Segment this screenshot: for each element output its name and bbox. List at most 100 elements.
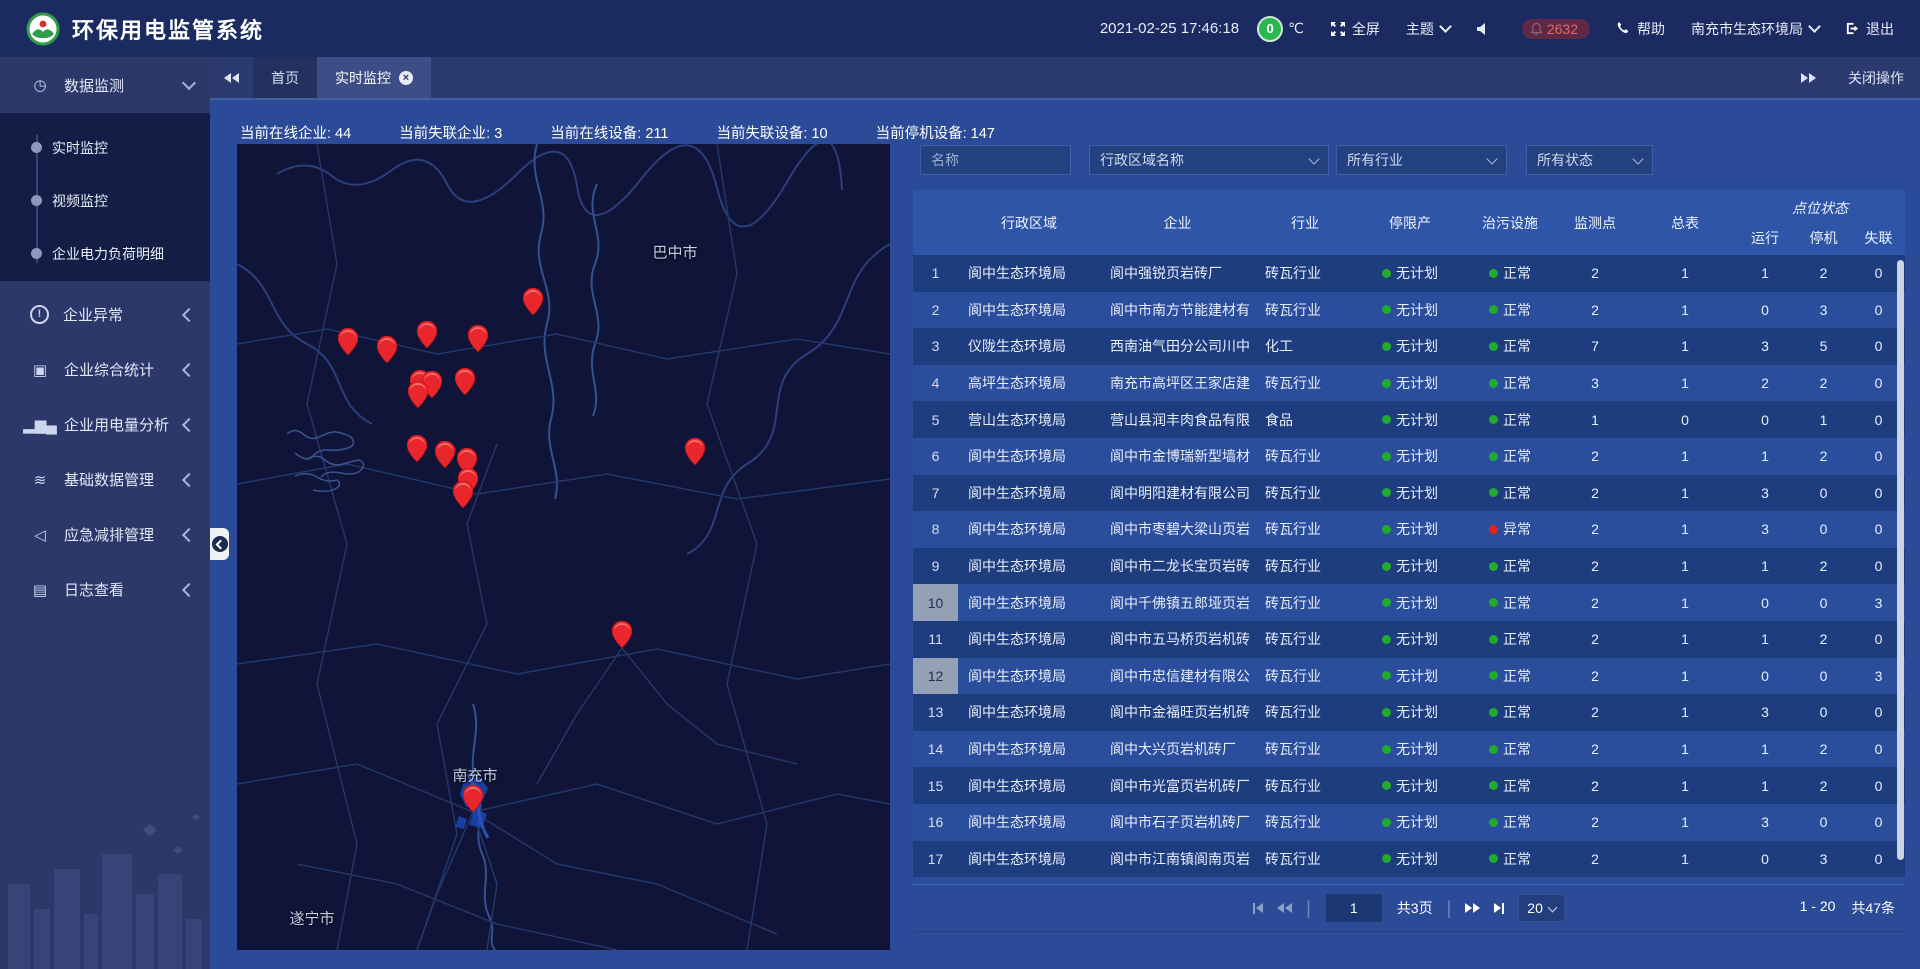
table-row[interactable]: 16 阆中生态环境局 阆中市石子页岩机砖厂 砖瓦行业 无计划 正常 2 1 3 …: [913, 804, 1905, 841]
table-row[interactable]: 10 阆中生态环境局 阆中千佛镇五郎垭页岩 砖瓦行业 无计划 正常 2 1 0 …: [913, 584, 1905, 621]
table-row[interactable]: 4 高坪生态环境局 南充市高坪区王家店建 砖瓦行业 无计划 正常 3 1 2 2…: [913, 365, 1905, 402]
cell-region: 阆中生态环境局: [958, 694, 1100, 731]
map-pin-icon[interactable]: [612, 621, 632, 648]
notification-badge[interactable]: 2632: [1522, 19, 1590, 39]
cell-industry: 砖瓦行业: [1255, 255, 1355, 292]
cell-production-status: 无计划: [1355, 621, 1465, 658]
status-dot-icon: [1489, 818, 1498, 827]
help-button[interactable]: 帮助: [1616, 19, 1665, 39]
map-pin-icon[interactable]: [407, 435, 427, 462]
map-basemap: [237, 144, 890, 950]
pagination-bar: | 共3页 | 20 1 - 20 共47条: [913, 884, 1905, 932]
chevron-left-icon: [182, 472, 196, 486]
map-pin-icon[interactable]: [338, 328, 358, 355]
sidebar-submenu-item[interactable]: 实时监控: [0, 121, 210, 174]
sidebar-collapse-handle[interactable]: [210, 528, 229, 560]
cell-points: 2: [1555, 658, 1635, 695]
sidebar-item[interactable]: ◁ 应急减排管理: [0, 507, 210, 562]
cell-facility-status: 正常: [1465, 365, 1555, 402]
sidebar-item[interactable]: ▣ 企业综合统计: [0, 342, 210, 397]
cell-points: 3: [1555, 365, 1635, 402]
status-dot-icon: [1382, 781, 1391, 790]
first-page-button[interactable]: [1253, 903, 1263, 914]
cell-production-status: 无计划: [1355, 694, 1465, 731]
map-pin-icon[interactable]: [408, 381, 428, 408]
cell-points: 2: [1555, 548, 1635, 585]
sidebar-item[interactable]: ≋ 基础数据管理: [0, 452, 210, 507]
cell-stop: 5: [1795, 328, 1852, 365]
cell-run: 0: [1735, 877, 1795, 884]
table-row[interactable]: 2 阆中生态环境局 阆中市南方节能建材有 砖瓦行业 无计划 正常 2 1 0 3…: [913, 292, 1905, 329]
table-row[interactable]: 9 阆中生态环境局 阆中市二龙长宝页岩砖 砖瓦行业 无计划 正常 2 1 1 2…: [913, 548, 1905, 585]
sidebar-submenu-item[interactable]: 视频监控: [0, 174, 210, 227]
status-select[interactable]: 所有状态: [1526, 145, 1653, 175]
sidebar-item[interactable]: ! 企业异常: [0, 287, 210, 342]
cell-meter: 1: [1635, 255, 1735, 292]
table-row[interactable]: 3 仪陇生态环境局 西南油气田分公司川中 化工 无计划 正常 7 1 3 5 0: [913, 328, 1905, 365]
table-row[interactable]: 13 阆中生态环境局 阆中市金福旺页岩机砖 砖瓦行业 无计划 正常 2 1 3 …: [913, 694, 1905, 731]
sidebar-item[interactable]: ▤ 日志查看: [0, 562, 210, 617]
map-pin-icon[interactable]: [417, 321, 437, 348]
cell-facility-status: 正常: [1465, 328, 1555, 365]
theme-dropdown[interactable]: 主题: [1406, 19, 1450, 39]
name-search-input[interactable]: [920, 145, 1071, 175]
tab-close-icon[interactable]: [399, 71, 413, 85]
table-scrollbar[interactable]: [1897, 260, 1904, 860]
tab-realtime-monitoring[interactable]: 实时监控: [317, 57, 431, 98]
cell-points: 2: [1555, 511, 1635, 548]
table-row[interactable]: 17 阆中生态环境局 阆中市江南镇阆南页岩 砖瓦行业 无计划 正常 2 1 0 …: [913, 841, 1905, 878]
org-dropdown[interactable]: 南充市生态环境局: [1691, 19, 1819, 39]
status-dot-icon: [1382, 708, 1391, 717]
tabs-scroll-right-button[interactable]: [1787, 73, 1830, 83]
region-select[interactable]: 行政区域名称: [1089, 145, 1329, 175]
industry-select[interactable]: 所有行业: [1336, 145, 1507, 175]
map-pin-icon[interactable]: [685, 438, 705, 465]
cell-meter: 1: [1635, 511, 1735, 548]
map-pin-icon[interactable]: [435, 441, 455, 468]
status-dot-icon: [1489, 562, 1498, 571]
logout-button[interactable]: 退出: [1845, 19, 1894, 39]
column-header-production: 停限产: [1355, 190, 1465, 255]
cell-points: 2: [1555, 292, 1635, 329]
fullscreen-button[interactable]: 全屏: [1330, 19, 1380, 39]
table-row[interactable]: 1 阆中生态环境局 阆中强锐页岩砖厂 砖瓦行业 无计划 正常 2 1 1 2 0: [913, 255, 1905, 292]
close-operations-button[interactable]: 关闭操作: [1848, 68, 1904, 88]
prev-page-button[interactable]: [1277, 903, 1292, 913]
logout-label: 退出: [1866, 19, 1894, 39]
status-dot-icon: [1382, 818, 1391, 827]
tab-home[interactable]: 首页: [253, 57, 317, 98]
table-row[interactable]: 14 阆中生态环境局 阆中大兴页岩机砖厂 砖瓦行业 无计划 正常 2 1 1 2…: [913, 731, 1905, 768]
datetime-display: 2021-02-25 17:46:18: [1100, 20, 1239, 37]
table-row[interactable]: 18 南部生态环境局 南部县兴华水泥有限公 建材加工 无计划 正常 5 0 0 …: [913, 877, 1905, 884]
cell-stop: 2: [1795, 767, 1852, 804]
map-pin-icon[interactable]: [453, 481, 473, 508]
tabs-scroll-left-button[interactable]: [210, 57, 253, 98]
table-row[interactable]: 11 阆中生态环境局 阆中市五马桥页岩机砖 砖瓦行业 无计划 正常 2 1 1 …: [913, 621, 1905, 658]
table-row[interactable]: 8 阆中生态环境局 阆中市枣碧大梁山页岩 砖瓦行业 无计划 异常 2 1 3 0…: [913, 511, 1905, 548]
page-size-select[interactable]: 20: [1518, 894, 1565, 922]
map-pin-icon[interactable]: [468, 325, 488, 352]
map-pin-icon[interactable]: [455, 368, 475, 395]
table-row[interactable]: 15 阆中生态环境局 阆中市光富页岩机砖厂 砖瓦行业 无计划 正常 2 1 1 …: [913, 767, 1905, 804]
last-page-button[interactable]: [1494, 903, 1504, 914]
sidebar-item-data-monitoring[interactable]: ◷ 数据监测: [0, 57, 210, 113]
page-number-input[interactable]: [1325, 893, 1383, 923]
table-row[interactable]: 7 阆中生态环境局 阆中明阳建材有限公司 砖瓦行业 无计划 正常 2 1 3 0…: [913, 475, 1905, 512]
map-pin-icon[interactable]: [463, 785, 483, 812]
sidebar-item-label: 应急减排管理: [64, 524, 184, 545]
map-pin-icon[interactable]: [523, 288, 543, 315]
table-row[interactable]: 6 阆中生态环境局 阆中市金博瑞新型墙材 砖瓦行业 无计划 正常 2 1 1 2…: [913, 438, 1905, 475]
sidebar-submenu-item[interactable]: 企业电力负荷明细: [0, 227, 210, 280]
next-page-button[interactable]: [1465, 903, 1480, 913]
table-row[interactable]: 5 营山生态环境局 营山县润丰肉食品有限 食品 无计划 正常 1 0 0 1 0: [913, 401, 1905, 438]
sidebar-item[interactable]: ▂▆▄ 企业用电量分析: [0, 397, 210, 452]
stat-label: 当前在线企业:: [240, 126, 331, 142]
cell-company: 阆中市五马桥页岩机砖: [1100, 621, 1255, 658]
cell-meter: 1: [1635, 731, 1735, 768]
table-row[interactable]: 12 阆中生态环境局 阆中市忠信建材有限公 砖瓦行业 无计划 正常 2 1 0 …: [913, 658, 1905, 695]
map-pin-icon[interactable]: [377, 336, 397, 363]
map-panel[interactable]: 巴中市 南充市 遂宁市: [237, 144, 890, 950]
mute-button[interactable]: [1476, 22, 1496, 36]
cell-meter: 1: [1635, 658, 1735, 695]
status-dot-icon: [1489, 708, 1498, 717]
